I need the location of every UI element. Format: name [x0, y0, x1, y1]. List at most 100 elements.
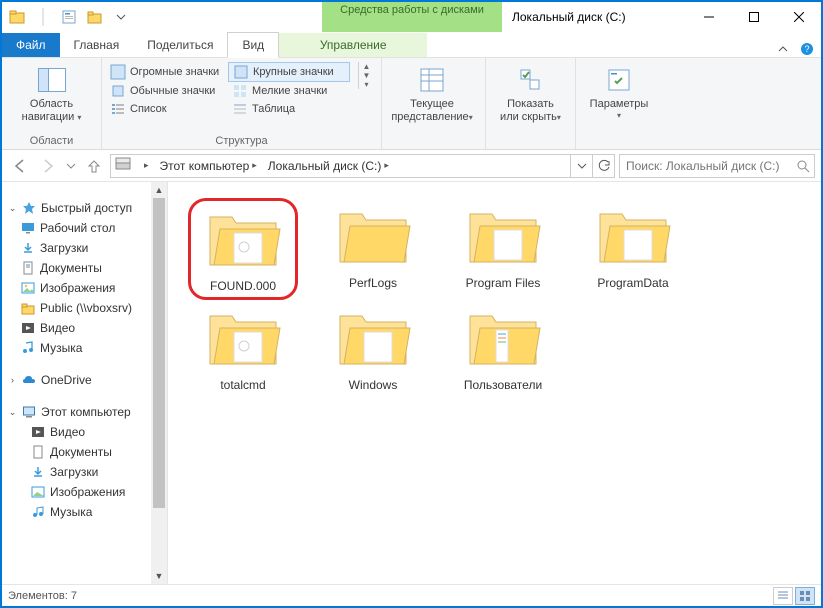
titlebar: Средства работы с дисками Локальный диск… — [2, 2, 821, 32]
nav-onedrive[interactable]: OneDrive — [41, 373, 92, 387]
music-icon — [20, 340, 36, 356]
folder-label: ProgramData — [597, 276, 668, 290]
desktop-icon — [20, 220, 36, 236]
gallery-up-icon[interactable]: ▲ — [359, 62, 374, 71]
folder-item[interactable]: FOUND.000 — [188, 198, 298, 300]
current-view-button[interactable]: Текущее представление▾ — [386, 62, 478, 125]
nav-pane-button[interactable]: Область навигации ▾ — [6, 62, 97, 125]
nav-downloads[interactable]: Загрузки — [40, 241, 88, 255]
tab-view[interactable]: Вид — [227, 32, 279, 58]
up-button[interactable] — [82, 154, 106, 178]
options-button[interactable]: Параметры ▾ — [580, 62, 658, 122]
recent-locations-button[interactable] — [64, 154, 78, 178]
group-panes-label: Области — [2, 134, 101, 149]
qat-properties-icon[interactable] — [58, 6, 80, 28]
status-bar: Элементов: 7 — [2, 584, 821, 606]
folder-item[interactable]: Program Files — [448, 198, 558, 300]
minimize-button[interactable] — [686, 2, 731, 32]
nav-public[interactable]: Public (\\vboxsrv) — [40, 301, 132, 315]
nav-pictures[interactable]: Изображения — [40, 281, 115, 295]
show-hide-icon — [515, 64, 547, 96]
tab-home[interactable]: Главная — [60, 33, 134, 57]
folder-item[interactable]: Пользователи — [448, 300, 558, 396]
layout-large[interactable]: Крупные значки — [228, 62, 350, 82]
layout-extra-large[interactable]: Огромные значки — [106, 62, 228, 82]
nav-music-2[interactable]: Музыка — [50, 505, 92, 519]
chevron-right-icon[interactable]: ▸ — [141, 160, 152, 171]
folder-label: Windows — [349, 378, 398, 392]
layout-gallery[interactable]: Огромные значки Крупные значки Обычные з… — [106, 62, 356, 118]
details-view-button[interactable] — [773, 587, 793, 605]
documents-icon — [30, 444, 46, 460]
music-icon — [30, 504, 46, 520]
navigation-pane[interactable]: ⌄Быстрый доступ Рабочий стол📌 Загрузки📌 … — [2, 182, 168, 584]
show-hide-button[interactable]: Показать или скрыть▾ — [490, 62, 571, 125]
pictures-icon — [20, 280, 36, 296]
ribbon-tabs: Файл Главная Поделиться Вид Управление ? — [2, 32, 821, 58]
folder-item[interactable]: Windows — [318, 300, 428, 396]
folder-icon — [463, 202, 543, 274]
nav-videos-2[interactable]: Видео — [50, 425, 85, 439]
video-icon — [20, 320, 36, 336]
close-button[interactable] — [776, 2, 821, 32]
qat-newfolder-icon[interactable] — [84, 6, 106, 28]
breadcrumb-box[interactable]: ▸ Этот компьютер▸ Локальный диск (C:)▸ — [110, 154, 615, 178]
address-bar: ▸ Этот компьютер▸ Локальный диск (C:)▸ — [2, 150, 821, 182]
pictures-icon — [30, 484, 46, 500]
tab-manage[interactable]: Управление — [279, 33, 427, 57]
folder-item[interactable]: ProgramData — [578, 198, 688, 300]
chevron-down-icon[interactable]: ⌄ — [8, 408, 17, 417]
folder-view[interactable]: FOUND.000 PerfLogs Program Files Program… — [168, 182, 821, 584]
icons-view-button[interactable] — [795, 587, 815, 605]
back-button[interactable] — [8, 154, 32, 178]
nav-this-pc[interactable]: Этот компьютер — [41, 405, 131, 419]
layout-medium[interactable]: Обычные значки — [106, 82, 228, 100]
folder-label: totalcmd — [220, 378, 265, 392]
tab-share[interactable]: Поделиться — [133, 33, 227, 57]
folder-label: PerfLogs — [349, 276, 397, 290]
gallery-down-icon[interactable]: ▼ — [359, 71, 374, 80]
address-dropdown-button[interactable] — [570, 155, 592, 177]
nav-documents-2[interactable]: Документы — [50, 445, 112, 459]
scrollbar-thumb[interactable] — [153, 198, 165, 508]
crumb-drive-c[interactable]: Локальный диск (C:)▸ — [262, 159, 394, 173]
help-icon[interactable]: ? — [799, 41, 815, 57]
ribbon-collapse-icon[interactable] — [775, 41, 791, 57]
nav-music[interactable]: Музыка — [40, 341, 82, 355]
group-layout-label: Структура — [102, 134, 381, 149]
nav-scrollbar[interactable]: ▲ ▼ — [151, 182, 167, 584]
folder-item[interactable]: totalcmd — [188, 300, 298, 396]
folder-item[interactable]: PerfLogs — [318, 198, 428, 300]
file-tab[interactable]: Файл — [2, 33, 60, 57]
maximize-button[interactable] — [731, 2, 776, 32]
layout-list[interactable]: Список — [106, 100, 228, 118]
nav-pictures-2[interactable]: Изображения — [50, 485, 125, 499]
gallery-more-icon[interactable]: ▾ — [359, 80, 374, 89]
folder-icon — [203, 205, 283, 277]
qat-dropdown-icon[interactable] — [110, 6, 132, 28]
layout-small[interactable]: Мелкие значки — [228, 82, 350, 100]
refresh-button[interactable] — [592, 155, 614, 177]
drive-icon — [111, 157, 135, 174]
nav-downloads-2[interactable]: Загрузки — [50, 465, 98, 479]
layout-details[interactable]: Таблица — [228, 100, 350, 118]
folder-icon — [333, 304, 413, 376]
crumb-this-pc[interactable]: Этот компьютер▸ — [154, 159, 262, 173]
nav-videos[interactable]: Видео — [40, 321, 75, 335]
search-box[interactable] — [619, 154, 815, 178]
nav-desktop[interactable]: Рабочий стол — [40, 221, 115, 235]
this-pc-icon — [21, 404, 37, 420]
chevron-down-icon[interactable]: ⌄ — [8, 204, 17, 213]
search-input[interactable] — [620, 159, 792, 173]
svg-text:?: ? — [804, 44, 809, 54]
chevron-right-icon[interactable]: › — [8, 376, 17, 385]
nav-quick-access[interactable]: Быстрый доступ — [41, 201, 132, 215]
scroll-down-icon[interactable]: ▼ — [151, 568, 167, 584]
forward-button[interactable] — [36, 154, 60, 178]
nav-documents[interactable]: Документы — [40, 261, 102, 275]
app-icon — [6, 6, 28, 28]
quick-access-icon — [21, 200, 37, 216]
onedrive-icon — [21, 372, 37, 388]
scroll-up-icon[interactable]: ▲ — [151, 182, 167, 198]
search-icon[interactable] — [792, 159, 814, 173]
